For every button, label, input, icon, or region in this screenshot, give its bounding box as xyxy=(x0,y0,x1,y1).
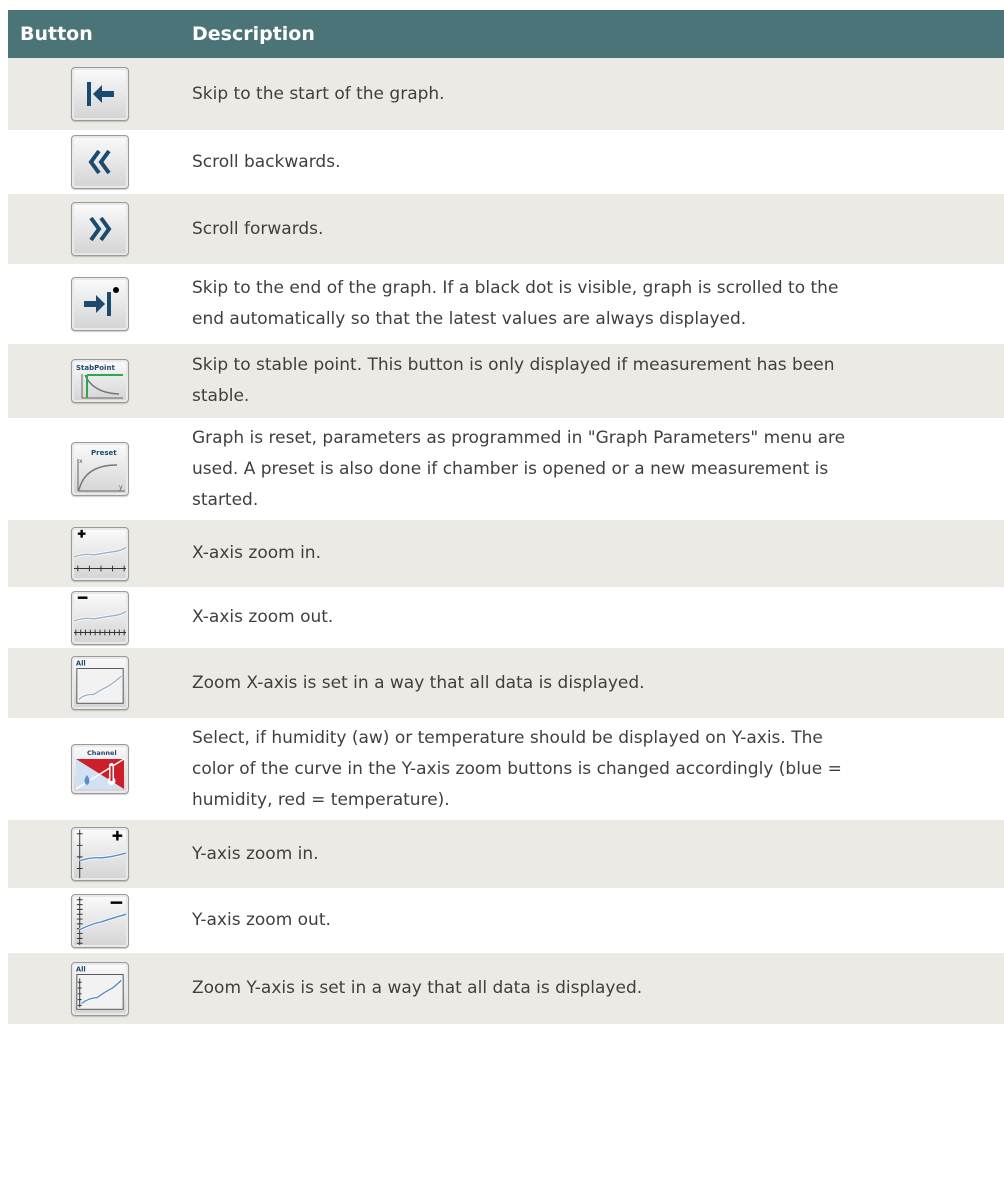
table-row: All Zoom X-axis is set in a way that all… xyxy=(8,648,1004,718)
button-description-table: Button Description Skip to the start of … xyxy=(8,10,1004,1024)
row-description: X-axis zoom in. xyxy=(192,543,321,563)
row-description: Scroll backwards. xyxy=(192,151,341,172)
channel-icon[interactable]: Channel xyxy=(71,744,129,794)
row-description: Scroll forwards. xyxy=(192,218,324,239)
x-zoom-all-icon[interactable]: All xyxy=(71,656,129,710)
channel-label: Channel xyxy=(87,749,117,757)
stable-point-label: StabPoint xyxy=(76,364,115,372)
row-description: Skip to stable point. This button is onl… xyxy=(192,355,835,406)
table-row: StabPoint Skip to stable point. This but… xyxy=(8,344,1004,418)
table-row: X-axis zoom in. xyxy=(8,520,1004,587)
table-row: All Zoom Y-axis is set in a way that all… xyxy=(8,953,1004,1024)
row-description: Select, if humidity (aw) or temperature … xyxy=(192,727,842,810)
y-zoom-in-icon[interactable] xyxy=(71,827,129,881)
row-description: X-axis zoom out. xyxy=(192,607,334,627)
table-row: Skip to the start of the graph. xyxy=(8,58,1004,130)
table-row: Scroll backwards. xyxy=(8,130,1004,194)
scroll-backwards-icon[interactable] xyxy=(71,135,129,189)
table-row: Y-axis zoom in. xyxy=(8,820,1004,888)
skip-to-start-icon[interactable] xyxy=(71,67,129,121)
table-row: Preset x y Graph is reset, parameters as p… xyxy=(8,418,1004,520)
stable-point-icon[interactable]: StabPoint xyxy=(71,359,129,403)
table-row: Y-axis zoom out. xyxy=(8,888,1004,953)
table-header: Button Description xyxy=(8,10,1004,58)
header-button: Button xyxy=(20,23,93,45)
row-description: Skip to the end of the graph. If a black… xyxy=(192,278,839,329)
y-zoom-all-icon[interactable]: All xyxy=(71,961,129,1016)
scroll-forwards-icon[interactable] xyxy=(71,202,129,256)
header-description: Description xyxy=(192,23,315,45)
row-description: Zoom Y-axis is set in a way that all dat… xyxy=(192,978,643,998)
y-zoom-all-label: All xyxy=(76,965,86,973)
preset-axis-x: x xyxy=(79,458,83,465)
row-description: Skip to the start of the graph. xyxy=(192,83,445,104)
row-description: Y-axis zoom out. xyxy=(192,910,331,930)
row-description: Zoom X-axis is set in a way that all dat… xyxy=(192,672,645,693)
preset-label: Preset xyxy=(91,449,117,457)
x-zoom-in-icon[interactable] xyxy=(71,526,129,581)
preset-axis-y: y xyxy=(119,484,123,491)
skip-to-end-icon[interactable] xyxy=(71,277,129,331)
x-zoom-out-icon[interactable] xyxy=(71,590,129,645)
table-row: Channel Select, if humidity (aw) or temp… xyxy=(8,718,1004,820)
table-row: X-axis zoom out. xyxy=(8,587,1004,648)
table-row: Skip to the end of the graph. If a black… xyxy=(8,264,1004,344)
y-zoom-out-icon[interactable] xyxy=(71,893,129,948)
preset-icon[interactable]: Preset x y xyxy=(71,442,129,496)
row-description: Graph is reset, parameters as programmed… xyxy=(192,427,846,510)
row-description: Y-axis zoom in. xyxy=(192,843,319,864)
table-row: Scroll forwards. xyxy=(8,194,1004,264)
x-zoom-all-label: All xyxy=(76,660,86,668)
